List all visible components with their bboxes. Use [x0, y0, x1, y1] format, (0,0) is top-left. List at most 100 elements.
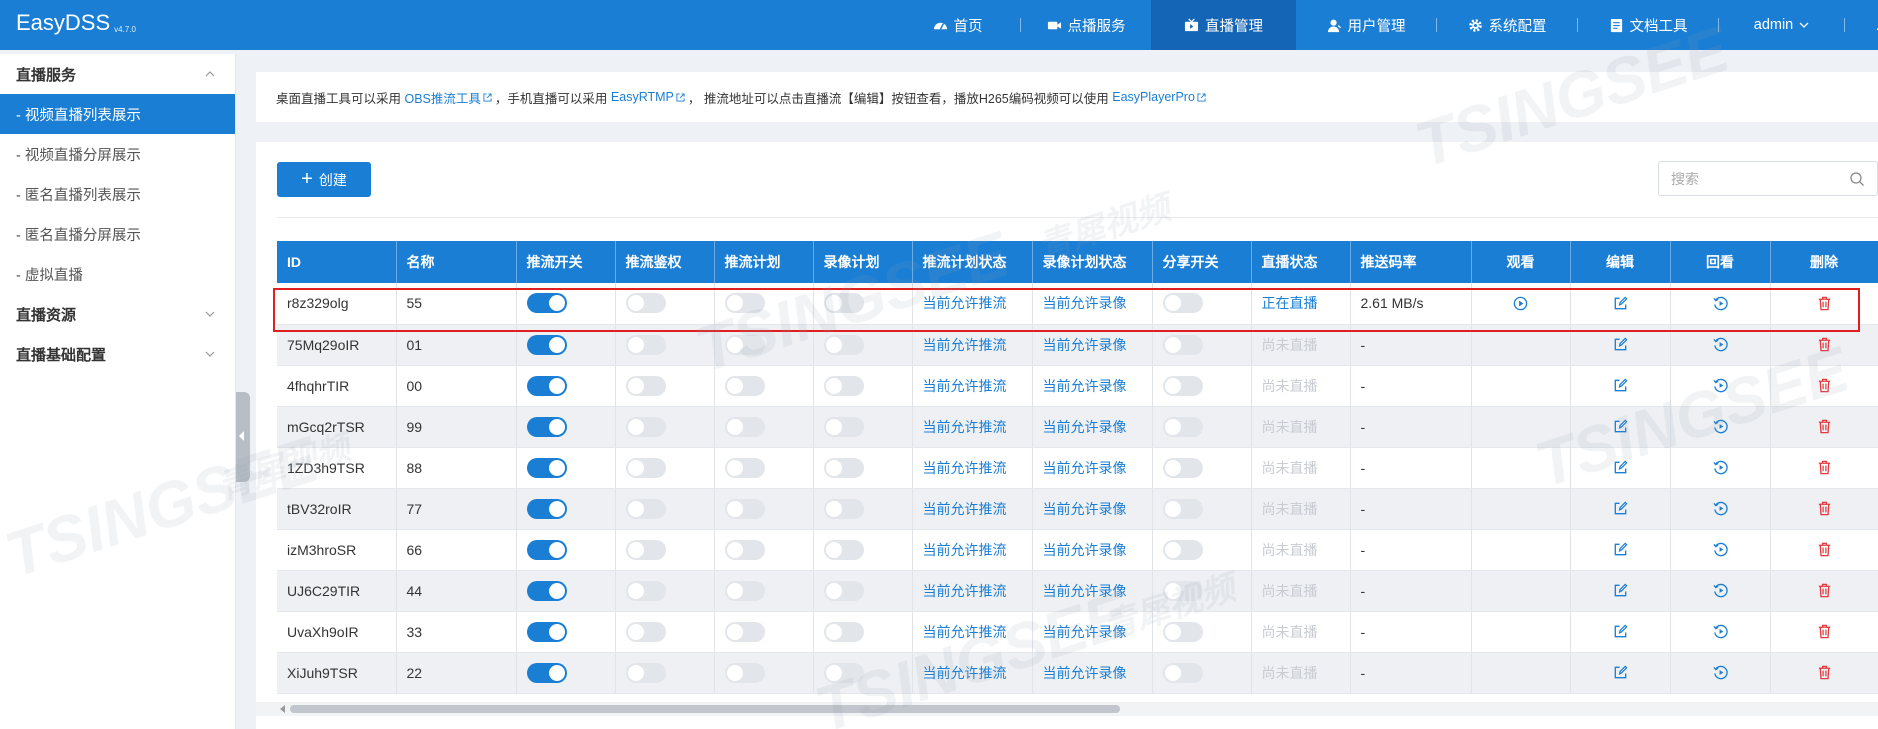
nav-item-user[interactable]: 用户管理	[1296, 0, 1436, 50]
user-menu[interactable]: admin	[1719, 0, 1844, 50]
push-toggle[interactable]	[526, 375, 567, 396]
table-row[interactable]: 4fhqhrTIR 00 当前允许推流 当前允许录像 尚未直播 -	[277, 365, 1878, 407]
sidebar-item-4[interactable]: - 匿名直播分屏展示	[0, 214, 235, 254]
push-plan-status-link[interactable]: 当前允许推流	[923, 583, 1007, 599]
share-toggle[interactable]	[1162, 498, 1203, 519]
record-plan-toggle[interactable]	[823, 293, 864, 314]
auth-toggle[interactable]	[625, 621, 666, 642]
trash-icon[interactable]	[1816, 459, 1833, 476]
obs-link[interactable]: OBS推流工具	[405, 88, 481, 107]
push-plan-status-link[interactable]: 当前允许推流	[923, 295, 1007, 311]
record-plan-status-link[interactable]: 当前允许录像	[1043, 583, 1127, 599]
table-row[interactable]: 1ZD3h9TSR 88 当前允许推流 当前允许录像 尚未直播 -	[277, 447, 1878, 489]
share-toggle[interactable]	[1162, 457, 1203, 478]
sidebar-item-3[interactable]: - 匿名直播列表展示	[0, 174, 235, 214]
push-plan-toggle[interactable]	[724, 416, 765, 437]
record-plan-toggle[interactable]	[823, 416, 864, 437]
easyplayerpro-link[interactable]: EasyPlayerPro	[1112, 90, 1195, 104]
play-icon[interactable]	[1512, 295, 1529, 312]
create-button[interactable]: + 创建	[277, 162, 371, 197]
table-row[interactable]: UJ6C29TIR 44 当前允许推流 当前允许录像 尚未直播 -	[277, 570, 1878, 612]
trash-icon[interactable]	[1816, 664, 1833, 681]
push-toggle[interactable]	[526, 416, 567, 437]
push-plan-status-link[interactable]: 当前允许推流	[923, 501, 1007, 517]
push-plan-toggle[interactable]	[724, 334, 765, 355]
record-plan-status-link[interactable]: 当前允许录像	[1043, 665, 1127, 681]
table-row[interactable]: izM3hroSR 66 当前允许推流 当前允许录像 尚未直播 -	[277, 529, 1878, 571]
record-plan-toggle[interactable]	[823, 334, 864, 355]
nav-item-video-camera[interactable]: 点播服务	[1021, 0, 1151, 50]
trash-icon[interactable]	[1816, 582, 1833, 599]
easyrtmp-link[interactable]: EasyRTMP	[611, 90, 674, 104]
record-plan-toggle[interactable]	[823, 580, 864, 601]
auth-toggle[interactable]	[625, 457, 666, 478]
push-plan-status-link[interactable]: 当前允许推流	[923, 542, 1007, 558]
share-toggle[interactable]	[1162, 334, 1203, 355]
share-toggle[interactable]	[1162, 293, 1203, 314]
push-plan-status-link[interactable]: 当前允许推流	[923, 337, 1007, 353]
push-plan-status-link[interactable]: 当前允许推流	[923, 460, 1007, 476]
push-toggle[interactable]	[526, 580, 567, 601]
replay-icon[interactable]	[1712, 500, 1729, 517]
auth-toggle[interactable]	[625, 539, 666, 560]
auth-toggle[interactable]	[625, 334, 666, 355]
record-plan-status-link[interactable]: 当前允许录像	[1043, 378, 1127, 394]
record-plan-toggle[interactable]	[823, 662, 864, 683]
auth-toggle[interactable]	[625, 662, 666, 683]
sidebar-group-live-service[interactable]: 直播服务	[0, 54, 235, 94]
edit-icon[interactable]	[1612, 418, 1629, 435]
replay-icon[interactable]	[1712, 295, 1729, 312]
share-toggle[interactable]	[1162, 539, 1203, 560]
push-plan-toggle[interactable]	[724, 621, 765, 642]
auth-toggle[interactable]	[625, 580, 666, 601]
replay-icon[interactable]	[1712, 664, 1729, 681]
edit-icon[interactable]	[1612, 541, 1629, 558]
push-plan-toggle[interactable]	[724, 580, 765, 601]
record-plan-status-link[interactable]: 当前允许录像	[1043, 419, 1127, 435]
edit-icon[interactable]	[1612, 377, 1629, 394]
replay-icon[interactable]	[1712, 418, 1729, 435]
push-toggle[interactable]	[526, 662, 567, 683]
scrollbar-thumb[interactable]	[290, 705, 1120, 713]
nav-item-live-broadcast[interactable]: 直播管理	[1151, 0, 1296, 50]
record-plan-status-link[interactable]: 当前允许录像	[1043, 337, 1127, 353]
replay-icon[interactable]	[1712, 541, 1729, 558]
app-logo[interactable]: EasyDSS v4.7.0	[16, 10, 136, 36]
trash-icon[interactable]	[1816, 418, 1833, 435]
record-plan-status-link[interactable]: 当前允许录像	[1043, 624, 1127, 640]
record-plan-toggle[interactable]	[823, 539, 864, 560]
edit-icon[interactable]	[1612, 582, 1629, 599]
push-plan-toggle[interactable]	[724, 375, 765, 396]
push-toggle[interactable]	[526, 293, 567, 314]
replay-icon[interactable]	[1712, 582, 1729, 599]
push-plan-toggle[interactable]	[724, 662, 765, 683]
record-plan-status-link[interactable]: 当前允许录像	[1043, 295, 1127, 311]
table-row[interactable]: mGcq2rTSR 99 当前允许推流 当前允许录像 尚未直播 -	[277, 406, 1878, 448]
push-toggle[interactable]	[526, 621, 567, 642]
sidebar-group-live-resource[interactable]: 直播资源	[0, 294, 235, 334]
replay-icon[interactable]	[1712, 459, 1729, 476]
record-plan-toggle[interactable]	[823, 457, 864, 478]
push-toggle[interactable]	[526, 539, 567, 560]
push-plan-status-link[interactable]: 当前允许推流	[923, 378, 1007, 394]
record-plan-toggle[interactable]	[823, 621, 864, 642]
share-toggle[interactable]	[1162, 375, 1203, 396]
trash-icon[interactable]	[1816, 541, 1833, 558]
table-row[interactable]: r8z329olg 55 当前允许推流 当前允许录像 正在直播 2.61 MB/s	[277, 283, 1878, 325]
record-plan-toggle[interactable]	[823, 375, 864, 396]
record-plan-status-link[interactable]: 当前允许录像	[1043, 542, 1127, 558]
push-plan-status-link[interactable]: 当前允许推流	[923, 419, 1007, 435]
search-icon[interactable]	[1849, 171, 1865, 187]
push-toggle[interactable]	[526, 457, 567, 478]
edit-icon[interactable]	[1612, 336, 1629, 353]
notification-bell[interactable]	[1845, 0, 1878, 50]
share-toggle[interactable]	[1162, 621, 1203, 642]
edit-icon[interactable]	[1612, 459, 1629, 476]
share-toggle[interactable]	[1162, 580, 1203, 601]
table-row[interactable]: UvaXh9oIR 33 当前允许推流 当前允许录像 尚未直播 -	[277, 611, 1878, 653]
trash-icon[interactable]	[1816, 377, 1833, 394]
table-row[interactable]: XiJuh9TSR 22 当前允许推流 当前允许录像 尚未直播 -	[277, 652, 1878, 694]
nav-item-gear[interactable]: 系统配置	[1437, 0, 1577, 50]
sidebar-item-2[interactable]: - 视频直播分屏展示	[0, 134, 235, 174]
table-row[interactable]: tBV32roIR 77 当前允许推流 当前允许录像 尚未直播 -	[277, 488, 1878, 530]
